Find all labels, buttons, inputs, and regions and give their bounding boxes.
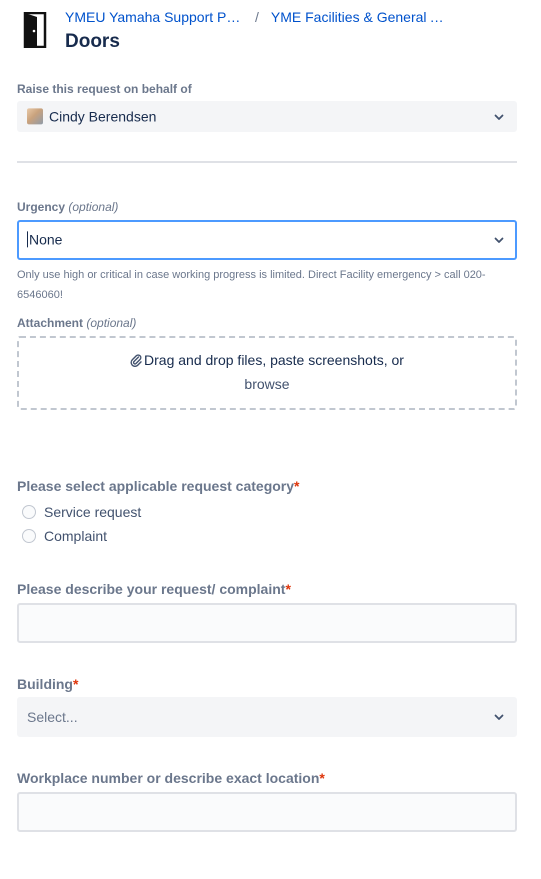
radio-button[interactable] xyxy=(22,505,36,519)
required-mark: * xyxy=(319,770,325,786)
breadcrumb: YMEU Yamaha Support Portal / YME Facilit… xyxy=(65,8,525,26)
dropzone-text: Drag and drop files, paste screenshots, … xyxy=(19,351,515,369)
behalf-user-name: Cindy Berendsen xyxy=(49,107,157,124)
chevron-down-icon xyxy=(494,114,504,120)
attachment-dropzone[interactable]: Drag and drop files, paste screenshots, … xyxy=(17,336,517,410)
radio-service-request[interactable]: Service request xyxy=(22,503,141,521)
radio-label: Complaint xyxy=(44,528,108,544)
radio-button[interactable] xyxy=(22,529,36,543)
urgency-help-text: Only use high or critical in case workin… xyxy=(17,269,486,301)
breadcrumb-separator: / xyxy=(255,9,259,25)
urgency-label: Urgency (optional) xyxy=(17,200,119,214)
urgency-select[interactable]: None xyxy=(17,220,517,260)
describe-label: Please describe your request/ complaint* xyxy=(17,581,291,597)
breadcrumb-portal-link[interactable]: YMEU Yamaha Support Portal xyxy=(65,8,243,26)
attachment-label: Attachment (optional) xyxy=(17,316,137,330)
page-title: Doors xyxy=(65,31,120,52)
chevron-down-icon xyxy=(494,237,504,243)
behalf-selected-value: Cindy Berendsen xyxy=(27,108,156,125)
section-divider xyxy=(17,161,517,163)
building-placeholder: Select... xyxy=(27,709,78,725)
describe-input[interactable] xyxy=(17,603,517,643)
category-label: Please select applicable request categor… xyxy=(17,478,300,494)
browse-link[interactable]: browse xyxy=(19,375,515,393)
door-icon xyxy=(23,12,47,48)
radio-label: Service request xyxy=(44,504,142,520)
urgency-selected-value: None xyxy=(27,231,63,248)
workplace-label: Workplace number or describe exact locat… xyxy=(17,770,325,786)
breadcrumb-facilities-link[interactable]: YME Facilities & General Affairs xyxy=(271,8,451,26)
radio-complaint[interactable]: Complaint xyxy=(22,527,107,545)
chevron-down-icon xyxy=(494,714,504,720)
building-label: Building* xyxy=(17,676,79,692)
behalf-select[interactable]: Cindy Berendsen xyxy=(17,101,517,132)
optional-tag: (optional) xyxy=(86,316,137,330)
text-caret xyxy=(27,231,28,248)
avatar xyxy=(27,108,43,125)
request-header: YMEU Yamaha Support Portal / YME Facilit… xyxy=(0,0,541,70)
building-select[interactable]: Select... xyxy=(17,697,517,737)
optional-tag: (optional) xyxy=(68,200,119,214)
required-mark: * xyxy=(285,581,291,597)
workplace-input[interactable] xyxy=(17,792,517,832)
paperclip-icon xyxy=(130,354,142,367)
required-mark: * xyxy=(294,478,300,494)
required-mark: * xyxy=(73,676,79,692)
behalf-label: Raise this request on behalf of xyxy=(17,82,192,96)
